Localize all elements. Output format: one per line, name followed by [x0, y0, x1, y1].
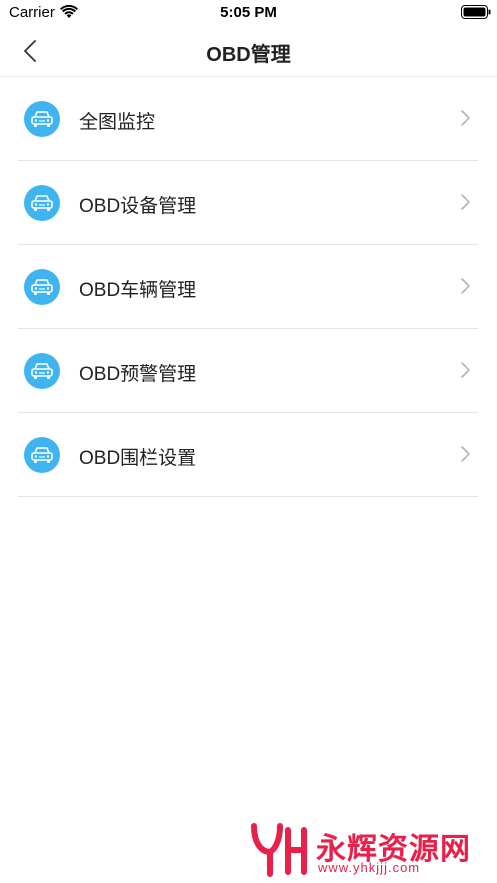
menu-item-label: 全图监控	[79, 112, 156, 133]
chevron-right-icon	[461, 278, 470, 294]
watermark-url: www.yhkjjj.com	[318, 860, 421, 875]
car-icon	[24, 437, 60, 473]
menu-item-label: OBD设备管理	[79, 196, 197, 217]
chevron-right-icon	[461, 362, 470, 378]
watermark: 永辉资源网 www.yhkjjj.com	[250, 820, 490, 880]
status-time: 5:05 PM	[220, 4, 277, 21]
page-title: OBD管理	[206, 44, 291, 66]
car-icon	[24, 185, 60, 221]
menu-list: 全图监控 OBD设备管理 OBD车辆管理 OBD预警管理 OBD围栏设置	[18, 77, 478, 497]
chevron-right-icon	[461, 446, 470, 462]
chevron-right-icon	[461, 110, 470, 126]
car-icon	[24, 101, 60, 137]
chevron-right-icon	[461, 194, 470, 210]
status-bar: Carrier 5:05 PM	[0, 0, 497, 26]
battery-icon	[461, 5, 491, 19]
car-icon	[24, 269, 60, 305]
car-icon	[24, 353, 60, 389]
menu-item-obd-alert[interactable]: OBD预警管理	[18, 329, 478, 413]
menu-item-obd-vehicle[interactable]: OBD车辆管理	[18, 245, 478, 329]
menu-item-label: OBD车辆管理	[79, 280, 197, 301]
menu-item-map-monitor[interactable]: 全图监控	[18, 77, 478, 161]
navigation-bar: OBD管理	[0, 26, 497, 77]
menu-item-label: OBD预警管理	[79, 364, 197, 385]
menu-item-obd-device[interactable]: OBD设备管理	[18, 161, 478, 245]
menu-item-label: OBD围栏设置	[79, 448, 197, 469]
menu-item-obd-fence[interactable]: OBD围栏设置	[18, 413, 478, 497]
watermark-logo-icon	[251, 823, 307, 877]
